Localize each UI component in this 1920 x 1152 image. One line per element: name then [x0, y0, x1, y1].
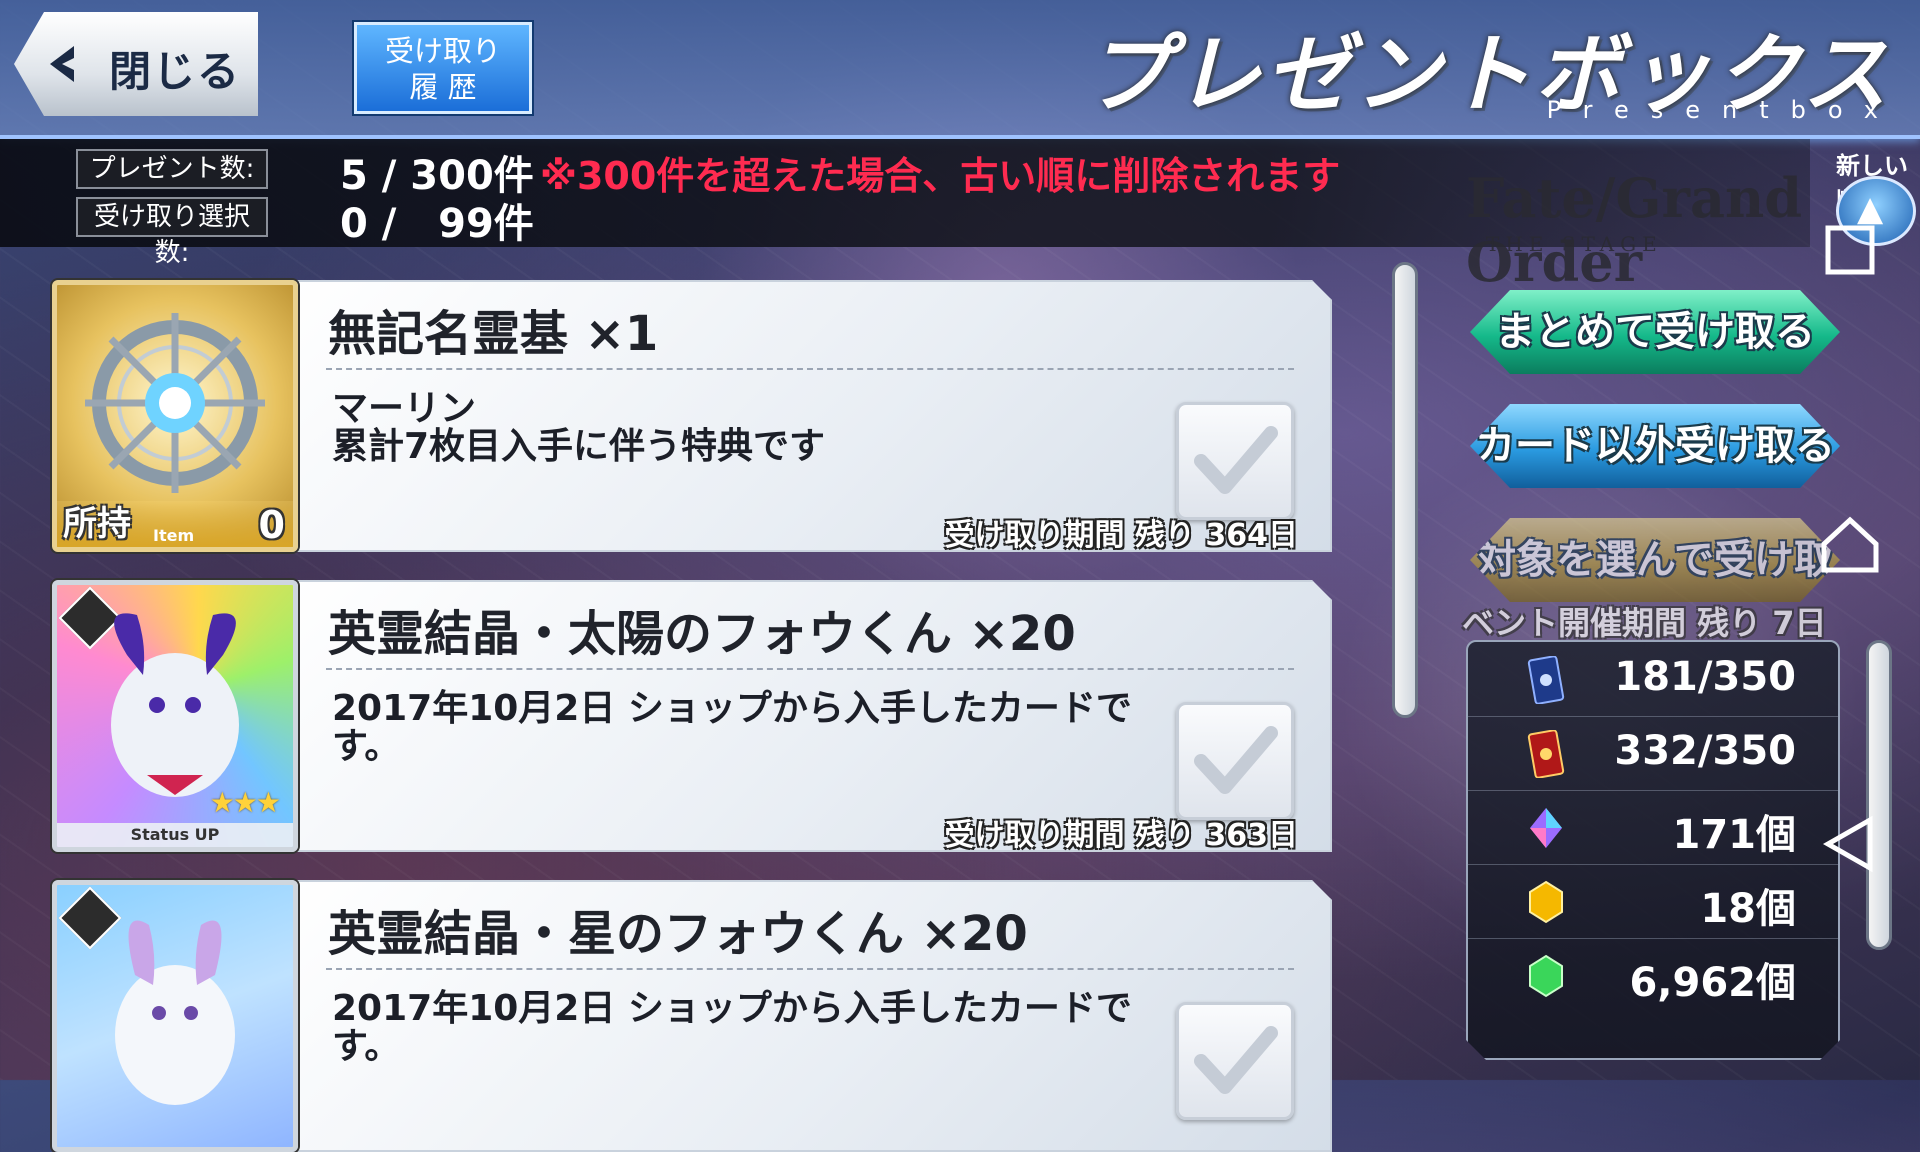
capacity-warning: ※300件を超えた場合、古い順に削除されます [540, 154, 1341, 198]
item-divider [326, 968, 1294, 970]
select-checkbox[interactable] [1176, 1002, 1294, 1120]
owned-label: 所持 [63, 504, 131, 544]
checkmark-icon [1194, 1026, 1278, 1094]
item-thumbnail: 所持 Item 0 [52, 280, 298, 552]
logo-line1: Fate/Grand Order [1466, 166, 1802, 294]
craft-essence-card-icon [1526, 730, 1566, 778]
close-label: 閉じる [109, 47, 242, 96]
owned-type: Item [153, 526, 195, 545]
home-icon[interactable] [1820, 514, 1880, 574]
item-description: 2017年10月2日 ショップから入手したカードで す。 [332, 688, 1132, 767]
event-banner: ベント開催期間 残り 7日 [1462, 604, 1827, 642]
inventory-scrollbar[interactable] [1866, 640, 1892, 950]
item-name: 英霊結晶・太陽のフォウくん ×20 [328, 606, 1076, 662]
item-divider [326, 668, 1294, 670]
list-scrollbar[interactable] [1392, 262, 1418, 718]
inventory-row: 6,962個 [1468, 938, 1842, 1012]
servant-card-icon [1526, 656, 1566, 704]
inventory-row: 18個 [1468, 864, 1842, 939]
present-item[interactable]: 所持 Item 0 無記名霊基 ×1 マーリン 累計7枚目入手に伴う特典です 受… [52, 280, 1332, 553]
item-description: マーリン 累計7枚目入手に伴う特典です [332, 388, 826, 467]
owned-bar: 所持 Item 0 [57, 501, 293, 547]
inventory-value: 18個 [1700, 886, 1796, 932]
inventory-row: 171個 [1468, 790, 1842, 865]
inventory-value: 181/350 [1614, 654, 1796, 700]
inventory-value: 6,962個 [1629, 960, 1796, 1006]
green-gem-icon [1526, 952, 1566, 1000]
checkmark-icon [1194, 426, 1278, 494]
item-name: 英霊結晶・星のフォウくん ×20 [328, 906, 1028, 962]
close-button[interactable]: 閉じる [14, 12, 258, 116]
item-description: 2017年10月2日 ショップから入手したカードで す。 [332, 988, 1132, 1067]
item-divider [326, 368, 1294, 370]
status-up-label: Status UP [57, 823, 293, 847]
back-arrow-icon [50, 46, 74, 82]
select-checkbox[interactable] [1176, 702, 1294, 820]
page-subtitle: Presentbox [1546, 96, 1900, 124]
selected-count-label: 受け取り選択数: [76, 197, 268, 268]
owned-count: 0 [258, 503, 285, 547]
receive-non-card-button[interactable]: カード以外受け取る [1470, 404, 1840, 488]
golden-apple-icon [1526, 878, 1566, 926]
saint-quartz-icon [1526, 804, 1566, 852]
select-checkbox[interactable] [1176, 402, 1294, 520]
rarity-stars: ★★★ [209, 786, 281, 819]
item-name: 無記名霊基 ×1 [328, 306, 659, 362]
back-icon[interactable] [1820, 814, 1880, 874]
present-count-label: プレゼント数: [76, 149, 268, 189]
inventory-value: 332/350 [1614, 728, 1796, 774]
logo-line2: THE STAGE [1486, 232, 1663, 256]
receive-all-button[interactable]: まとめて受け取る [1470, 290, 1840, 374]
fou-star-icon [115, 920, 235, 1105]
item-expiry: 受け取り期間 残り 363日 [944, 818, 1298, 853]
header-bar: 閉じる 受け取り 履 歴 プレゼントボックス Presentbox [0, 0, 1920, 139]
history-label-line2: 履 歴 [409, 70, 477, 104]
present-item[interactable]: 英霊結晶・星のフォウくん ×20 2017年10月2日 ショップから入手したカー… [52, 880, 1332, 1152]
item-thumbnail [52, 880, 298, 1152]
item-thumbnail: ★★★ Status UP [52, 580, 298, 852]
item-expiry: 受け取り期間 残り 364日 [944, 518, 1298, 553]
inventory-value: 171個 [1672, 812, 1796, 858]
present-item[interactable]: ★★★ Status UP 英霊結晶・太陽のフォウくん ×20 2017年10月… [52, 580, 1332, 853]
selected-count-value: 0 / 99件 [340, 201, 534, 247]
receive-selected-button[interactable]: 対象を選んで受け取る [1470, 518, 1840, 602]
inventory-row: 181/350 [1468, 642, 1842, 717]
inventory-row: 332/350 [1468, 716, 1842, 791]
checkmark-icon [1194, 726, 1278, 794]
history-button[interactable]: 受け取り 履 歴 [354, 22, 532, 114]
recent-apps-icon[interactable] [1820, 220, 1880, 280]
event-logo: Fate/Grand Order THE STAGE [1466, 166, 1802, 294]
history-label-line1: 受け取り [384, 34, 501, 68]
inventory-panel: 181/350 332/350 171個 18個 6,962個 [1466, 640, 1840, 1060]
